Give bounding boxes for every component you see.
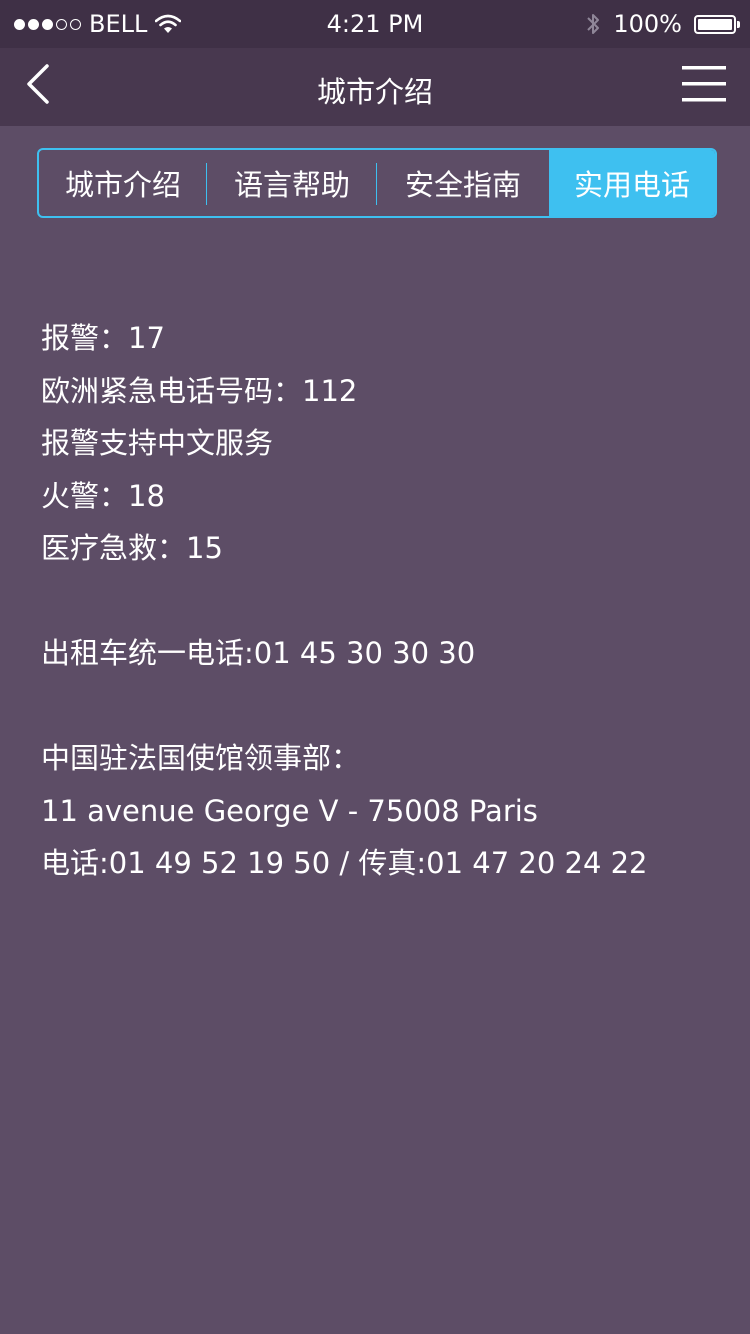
tab-language-help[interactable]: 语言帮助 — [207, 150, 377, 216]
embassy-address-line: 11 avenue George V - 75008 Paris — [41, 793, 538, 828]
eu-emergency-line: 欧洲紧急电话号码：112 — [41, 373, 358, 408]
bluetooth-icon — [585, 11, 601, 37]
battery-level — [698, 18, 732, 30]
phone-info-content: 报警：17 欧洲紧急电话号码：112 报警支持中文服务 火警：18 医疗急救：1… — [41, 312, 721, 890]
tab-useful-phones[interactable]: 实用电话 — [549, 150, 715, 216]
hamburger-menu-icon — [682, 66, 726, 102]
status-bar: BELL 4:21 PM 100% — [0, 0, 750, 48]
fire-line: 火警：18 — [41, 478, 165, 513]
tab-safety-guide[interactable]: 安全指南 — [377, 150, 549, 216]
tab-city-intro[interactable]: 城市介绍 — [39, 150, 207, 216]
menu-button[interactable] — [682, 64, 726, 104]
medical-emergency-line: 医疗急救：15 — [41, 531, 223, 565]
battery-percent: 100% — [613, 10, 682, 38]
battery-icon — [694, 14, 740, 34]
status-right: 100% — [585, 10, 740, 38]
embassy-title-line: 中国驻法国使馆领事部： — [41, 741, 361, 775]
police-line: 报警：17 — [41, 321, 165, 355]
navigation-bar: 城市介绍 — [0, 48, 750, 126]
segmented-tabs: 城市介绍 语言帮助 安全指南 实用电话 — [37, 148, 717, 218]
embassy-phone-fax-line: 电话:01 49 52 19 50 / 传真:01 47 20 24 22 — [41, 846, 648, 880]
page-title: 城市介绍 — [316, 75, 433, 109]
taxi-phone-line: 出租车统一电话:01 45 30 30 30 — [41, 636, 476, 670]
police-chinese-service-line: 报警支持中文服务 — [41, 426, 274, 460]
